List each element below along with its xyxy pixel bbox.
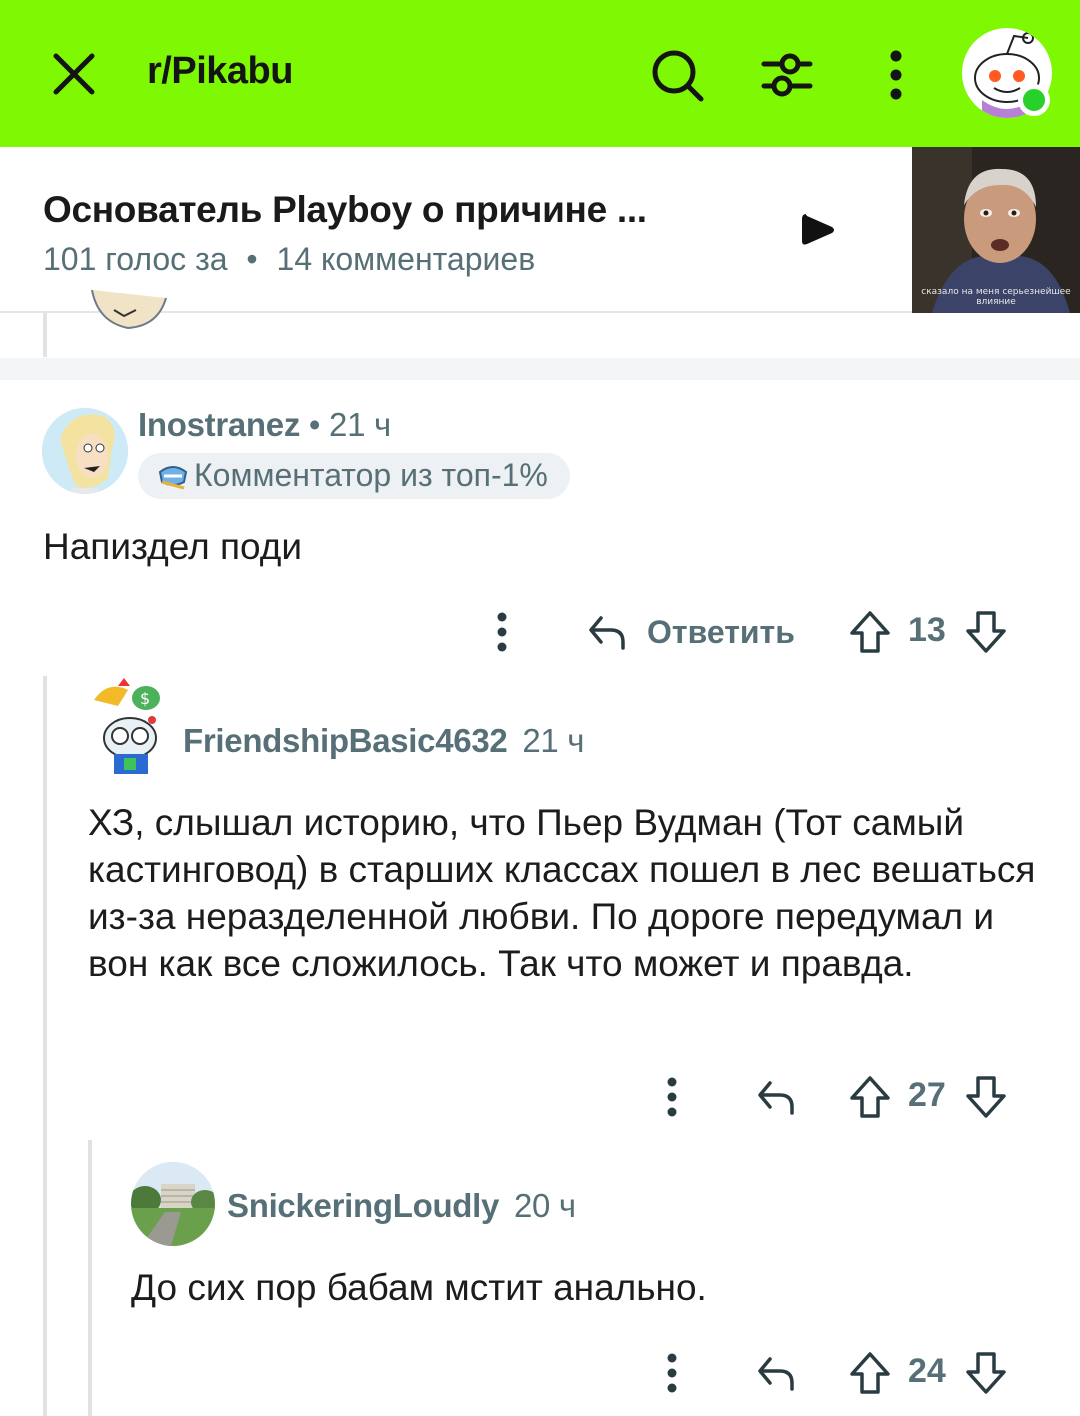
comment-time: 21 ч	[522, 722, 585, 759]
thread-line	[43, 313, 47, 357]
reply-button[interactable]: Ответить	[585, 607, 795, 657]
vertical-dots-icon[interactable]	[650, 1072, 694, 1122]
reply-icon	[589, 616, 625, 650]
thread-line	[43, 676, 47, 1416]
top-commenter-icon	[158, 466, 188, 490]
beavis-avatar-icon	[42, 408, 128, 494]
search-icon[interactable]	[648, 46, 706, 104]
vertical-dots-icon[interactable]	[650, 1348, 694, 1398]
user-flair-badge: Комментатор из топ-1%	[138, 453, 570, 499]
thread-line	[88, 1140, 92, 1416]
vote-score: 13	[908, 611, 946, 649]
downvote-icon[interactable]	[964, 1348, 1008, 1398]
post-title[interactable]: Основатель Playboy о причине ...	[43, 189, 647, 231]
svg-text:$: $	[140, 689, 150, 708]
snoo-avatar-icon: $	[94, 678, 168, 774]
comment-username[interactable]: FriendshipBasic4632 21 ч	[183, 722, 585, 760]
close-icon[interactable]	[48, 48, 100, 100]
comment-username[interactable]: SnickeringLoudly 20 ч	[227, 1187, 576, 1225]
vote-score: 24	[908, 1352, 946, 1390]
post-comment-count: 14 комментариев	[276, 241, 536, 277]
partial-avatar	[88, 270, 170, 336]
sliders-icon[interactable]	[758, 46, 816, 104]
downvote-icon[interactable]	[964, 1072, 1008, 1122]
comment-actions: Ответить 13	[480, 607, 1040, 657]
avatar[interactable]: $	[88, 676, 170, 776]
section-divider	[0, 358, 1080, 380]
comment-body: Напиздел поди	[43, 526, 303, 567]
photo-avatar-icon	[131, 1162, 215, 1246]
play-icon[interactable]	[798, 210, 838, 250]
upvote-icon[interactable]	[848, 1072, 892, 1122]
vote-score: 27	[908, 1076, 946, 1114]
subreddit-title[interactable]: r/Pikabu	[147, 50, 293, 93]
meta-separator: •	[246, 241, 258, 277]
comment-body: До сих пор бабам мстит анально.	[131, 1267, 707, 1308]
vertical-dots-icon[interactable]	[480, 607, 524, 657]
online-status-dot	[1018, 84, 1050, 116]
comment-username[interactable]: Inostranez • 21 ч	[138, 406, 391, 444]
avatar[interactable]	[42, 408, 128, 494]
comment-actions: 24	[650, 1348, 1040, 1398]
downvote-icon[interactable]	[964, 607, 1008, 657]
avatar[interactable]	[131, 1162, 215, 1246]
post-thumbnail[interactable]: сказало на меня серьезнейшее влияние	[912, 147, 1080, 313]
upvote-icon[interactable]	[848, 1348, 892, 1398]
comment-body: ХЗ, слышал историю, что Пьер Вудман (Тот…	[88, 802, 1036, 984]
reply-icon[interactable]	[754, 1072, 798, 1122]
comment-time: 20 ч	[513, 1187, 576, 1224]
upvote-icon[interactable]	[848, 607, 892, 657]
app-header: r/Pikabu	[0, 0, 1080, 147]
comment-actions: 27	[650, 1072, 1040, 1122]
reply-icon[interactable]	[754, 1348, 798, 1398]
comment-time: • 21 ч	[308, 406, 391, 443]
thumbnail-caption: сказало на меня серьезнейшее влияние	[921, 287, 1071, 307]
vertical-dots-icon[interactable]	[878, 46, 914, 104]
